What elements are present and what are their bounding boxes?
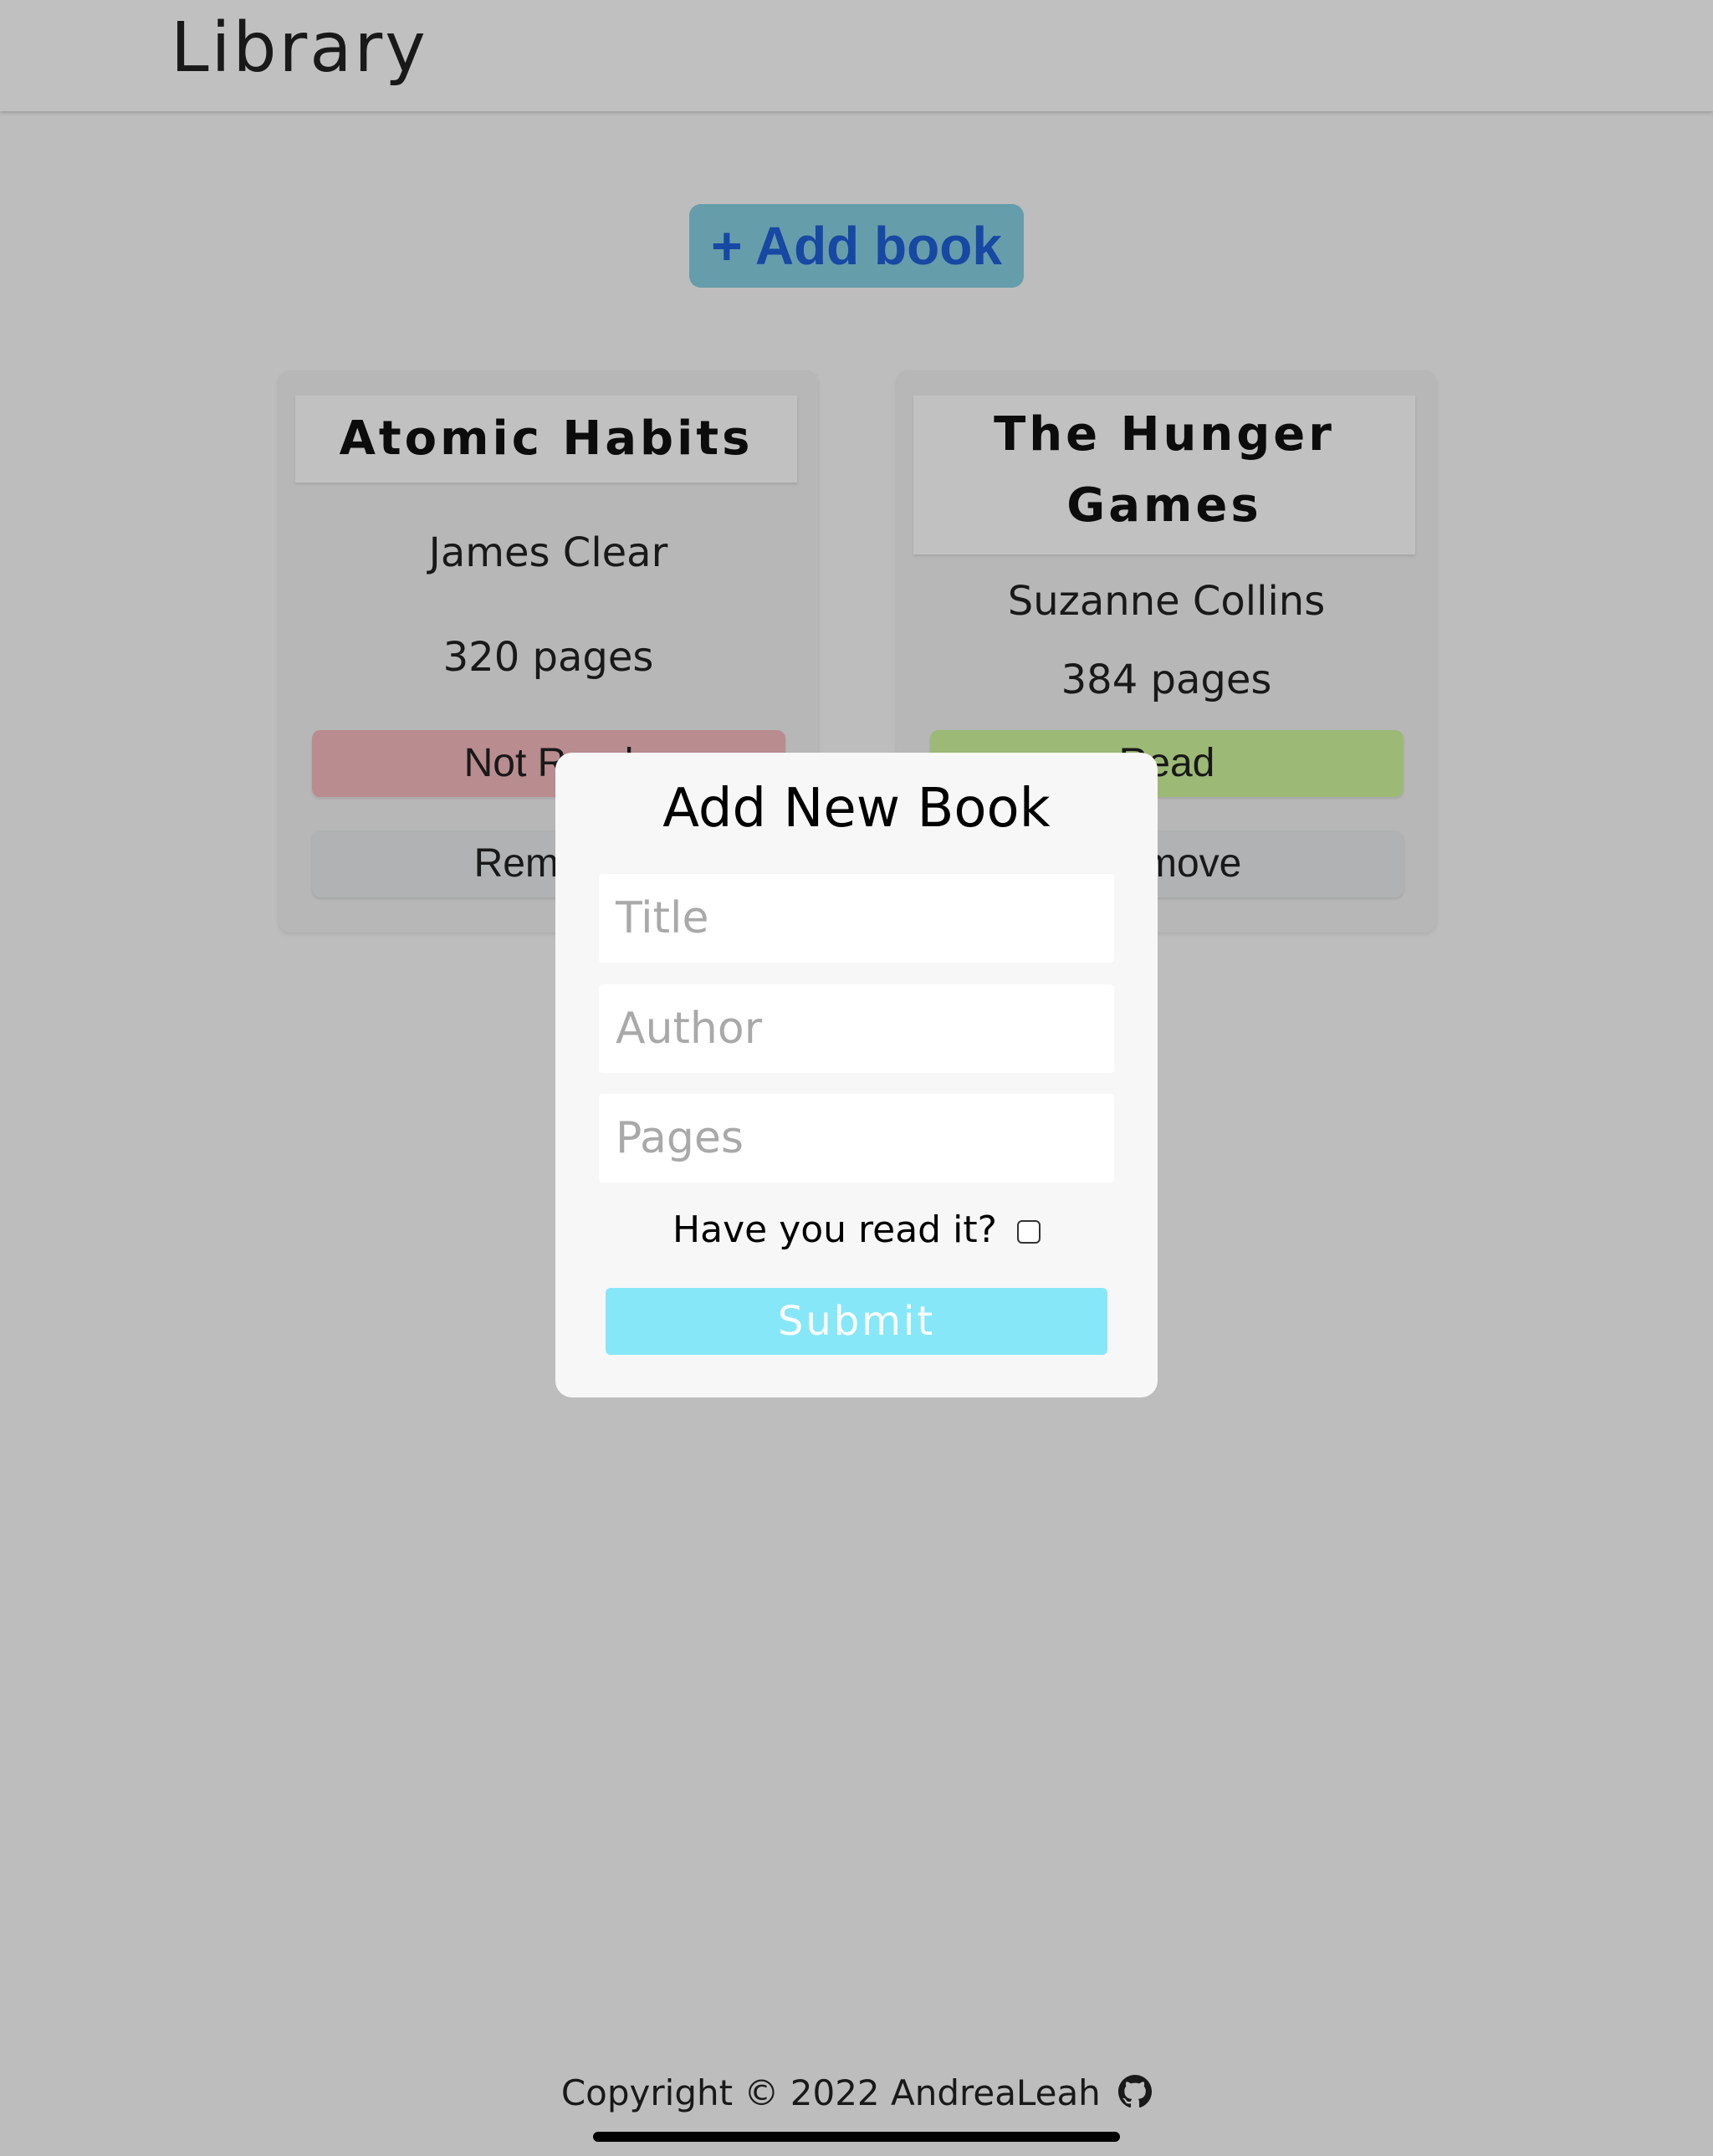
author-input[interactable]: [599, 984, 1114, 1073]
read-checkbox-row: Have you read it?: [555, 1208, 1158, 1251]
submit-button[interactable]: Submit: [606, 1288, 1107, 1355]
title-input[interactable]: [599, 874, 1114, 963]
read-label: Have you read it?: [672, 1208, 997, 1251]
add-book-modal: Add New Book Have you read it? Submit: [555, 753, 1158, 1397]
pages-input[interactable]: [599, 1094, 1114, 1183]
modal-title: Add New Book: [662, 778, 1051, 840]
read-checkbox[interactable]: [1016, 1220, 1041, 1244]
home-indicator: [593, 2132, 1120, 2142]
